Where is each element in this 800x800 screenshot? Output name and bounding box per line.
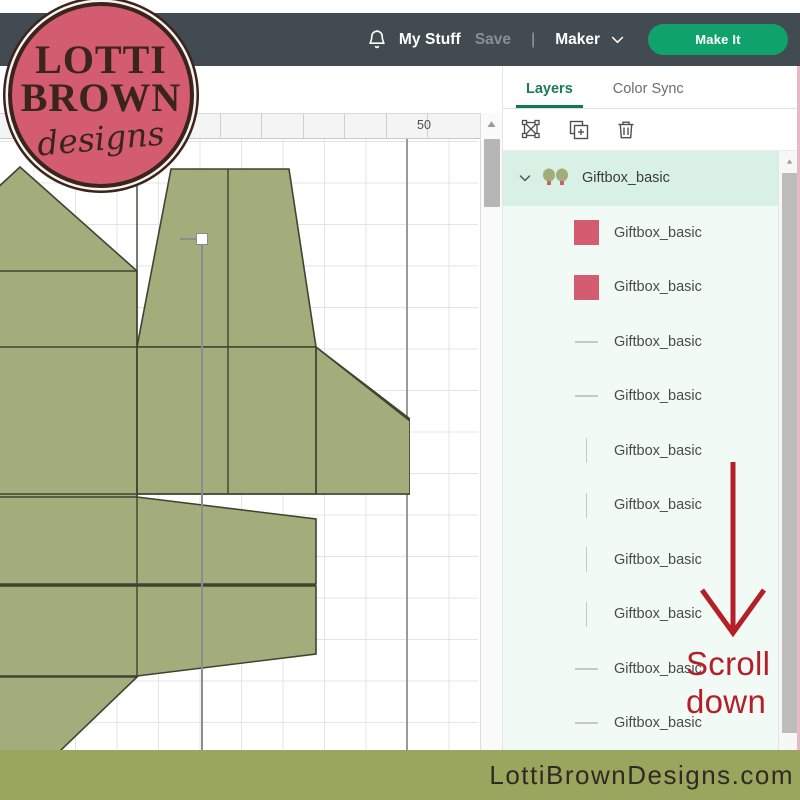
layer-row[interactable]: Giftbox_basic <box>503 424 800 479</box>
my-stuff-link[interactable]: My Stuff <box>399 31 461 49</box>
canvas-scrollbar[interactable] <box>480 113 502 750</box>
panel-tabs: Layers Color Sync <box>503 66 800 109</box>
lotti-brown-logo: LOTTI BROWN designs <box>8 2 194 188</box>
layer-row[interactable]: Giftbox_basic <box>503 587 800 642</box>
layer-row[interactable]: Giftbox_basic <box>503 478 800 533</box>
horizontal-line-thumbnail-icon <box>574 711 599 736</box>
annotation-line-1: Scroll <box>686 645 771 682</box>
color-swatch[interactable] <box>574 220 599 246</box>
layer-label: Giftbox_basic <box>614 551 702 568</box>
make-it-button[interactable]: Make It <box>648 24 788 55</box>
layer-label: Giftbox_basic <box>614 333 702 350</box>
tab-layers[interactable]: Layers <box>516 81 583 108</box>
annotation-line-2: down <box>686 683 767 720</box>
layer-row[interactable]: Giftbox_basic <box>503 206 800 261</box>
giftbox-template-shapes[interactable] <box>0 139 410 750</box>
vertical-line-thumbnail-icon <box>574 601 599 627</box>
header-controls: My Stuff Save | Maker Make It <box>365 24 788 55</box>
layer-label: Giftbox_basic <box>614 279 702 296</box>
layer-label: Giftbox_basic <box>582 170 670 187</box>
layer-label: Giftbox_basic <box>614 606 702 623</box>
scroll-down-annotation: Scroll down <box>686 645 800 721</box>
selection-guide-horizontal <box>180 238 197 240</box>
horizontal-line-thumbnail-icon <box>574 384 599 409</box>
group-ungroup-icon[interactable] <box>520 118 544 142</box>
canvas-scrollbar-thumb[interactable] <box>484 139 500 207</box>
chevron-down-icon[interactable] <box>517 170 533 186</box>
horizontal-line-thumbnail-icon <box>574 329 599 354</box>
footer-website-text: LottiBrownDesigns.com <box>489 759 794 790</box>
layer-label: Giftbox_basic <box>614 442 702 459</box>
logo-line-3: designs <box>35 113 167 163</box>
vertical-line-thumbnail-icon <box>574 438 599 464</box>
group-thumbnail-icon <box>541 166 571 190</box>
chevron-down-icon[interactable] <box>609 31 626 48</box>
logo-line-2: BROWN <box>20 74 182 120</box>
color-swatch[interactable] <box>574 274 599 300</box>
machine-selector-label[interactable]: Maker <box>555 31 600 49</box>
bell-icon[interactable] <box>365 28 389 52</box>
layer-row-group[interactable]: Giftbox_basic <box>503 151 800 206</box>
logo-line-1: LOTTI <box>35 36 167 82</box>
vertical-line-thumbnail-icon <box>574 492 599 518</box>
trash-icon[interactable] <box>614 118 638 142</box>
duplicate-icon[interactable] <box>567 118 591 142</box>
layer-label: Giftbox_basic <box>614 224 702 241</box>
layer-row[interactable]: Giftbox_basic <box>503 369 800 424</box>
layer-row[interactable]: Giftbox_basic <box>503 315 800 370</box>
layer-label: Giftbox_basic <box>614 388 702 405</box>
ruler-tick-label: 50 <box>417 118 431 132</box>
scroll-up-arrow-icon[interactable] <box>481 113 502 135</box>
vertical-line-thumbnail-icon <box>574 547 599 573</box>
app-window: My Stuff Save | Maker Make It 50 Layers … <box>0 0 800 800</box>
layer-label: Giftbox_basic <box>614 497 702 514</box>
header-divider: | <box>531 30 536 48</box>
save-button[interactable]: Save <box>475 31 511 49</box>
layer-toolbar <box>503 109 800 151</box>
horizontal-line-thumbnail-icon <box>574 656 599 681</box>
layer-row[interactable]: Giftbox_basic <box>503 533 800 588</box>
selection-guide-vertical <box>201 244 203 750</box>
tab-color-sync[interactable]: Color Sync <box>607 81 690 108</box>
site-footer: LottiBrownDesigns.com <box>0 750 800 800</box>
layer-row[interactable]: Giftbox_basic <box>503 260 800 315</box>
